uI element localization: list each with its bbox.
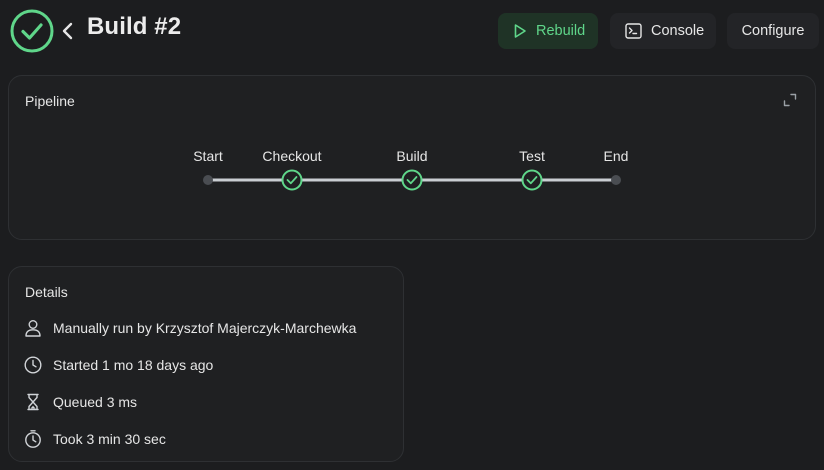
configure-button-label: Configure [741,23,805,39]
user-icon [25,320,41,337]
page-header: Build #2 Rebuild Console Configure [0,0,824,62]
stage-label-checkout[interactable]: Checkout [262,148,321,164]
end-node [611,175,621,185]
stage-label-test[interactable]: Test [519,148,545,164]
pipeline-card: Pipeline Start Checkout Build Test End [8,75,816,240]
detail-queued: Queued 3 ms [23,391,137,413]
console-button-label: Console [651,23,705,39]
detail-run-by: Manually run by Krzysztof Majerczyk-Marc… [23,317,356,339]
configure-button[interactable]: Configure [727,13,819,49]
details-card: Details Manually run by Krzysztof Majerc… [8,266,404,462]
timer-icon [25,430,41,448]
hourglass-icon [27,393,39,411]
stage-build-status[interactable] [401,169,423,191]
rebuild-button-label: Rebuild [536,23,586,39]
detail-queued-text: Queued 3 ms [53,394,138,410]
detail-duration: Took 3 min 30 sec [23,428,166,450]
play-icon [514,24,526,38]
stage-label-build[interactable]: Build [396,148,427,164]
stage-label-start: Start [193,148,223,164]
detail-duration-text: Took 3 min 30 sec [53,431,166,447]
detail-started: Started 1 mo 18 days ago [23,354,213,376]
check-circle-icon [10,9,54,53]
page-title: Build #2 [87,13,182,40]
terminal-icon [625,23,642,39]
clock-icon [24,356,42,374]
console-button[interactable]: Console [610,13,716,49]
start-node [203,175,213,185]
details-title: Details [25,284,68,300]
stage-checkout-status[interactable] [281,169,303,191]
stage-test-status[interactable] [521,169,543,191]
detail-started-text: Started 1 mo 18 days ago [53,357,214,373]
detail-run-by-text: Manually run by Krzysztof Majerczyk-Marc… [53,320,357,336]
rebuild-button[interactable]: Rebuild [498,13,598,49]
chevron-left-icon[interactable] [61,21,75,41]
stage-label-end: End [603,148,629,164]
